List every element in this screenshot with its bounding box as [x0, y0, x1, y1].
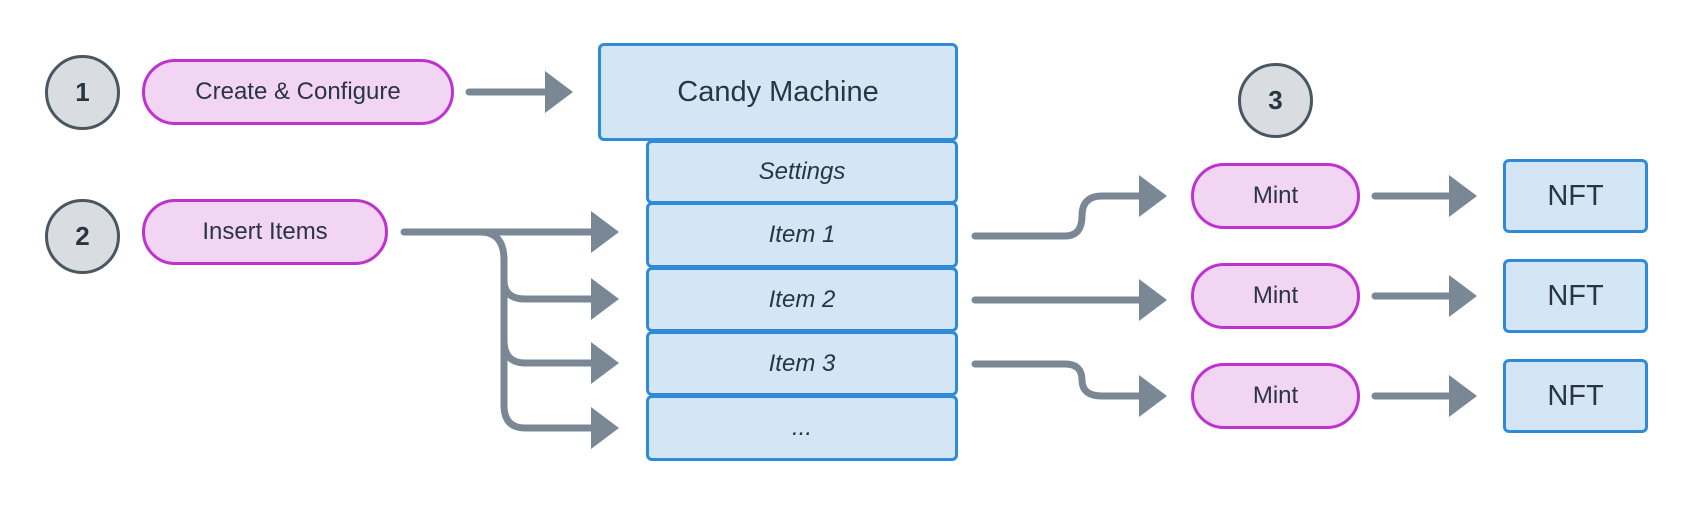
- arrow-insert-to-item3: [500, 276, 619, 384]
- nft-output-1: NFT: [1503, 159, 1648, 233]
- arrow-item1-to-mint1: [971, 175, 1167, 240]
- step-2-badge: 2: [45, 199, 120, 274]
- settings-row: Settings: [646, 140, 958, 204]
- more-items-row: ...: [646, 395, 958, 461]
- mint-action-2: Mint: [1191, 263, 1360, 329]
- candy-machine-header: Candy Machine: [598, 43, 958, 141]
- nft-output-2: NFT: [1503, 259, 1648, 333]
- create-configure-action: Create & Configure: [142, 59, 454, 125]
- item-2-row: Item 2: [646, 267, 958, 332]
- insert-items-action: Insert Items: [142, 199, 388, 265]
- step-1-badge: 1: [45, 55, 120, 130]
- arrow-insert-to-more: [500, 336, 619, 449]
- mint-action-1: Mint: [1191, 163, 1360, 229]
- nft-output-3: NFT: [1503, 359, 1648, 433]
- arrow-item3-to-mint3: [971, 360, 1167, 417]
- arrow-insert-to-item2: [476, 228, 619, 320]
- step-3-badge: 3: [1238, 63, 1313, 138]
- mint-action-3: Mint: [1191, 363, 1360, 429]
- item-1-row: Item 1: [646, 202, 958, 268]
- item-3-row: Item 3: [646, 331, 958, 396]
